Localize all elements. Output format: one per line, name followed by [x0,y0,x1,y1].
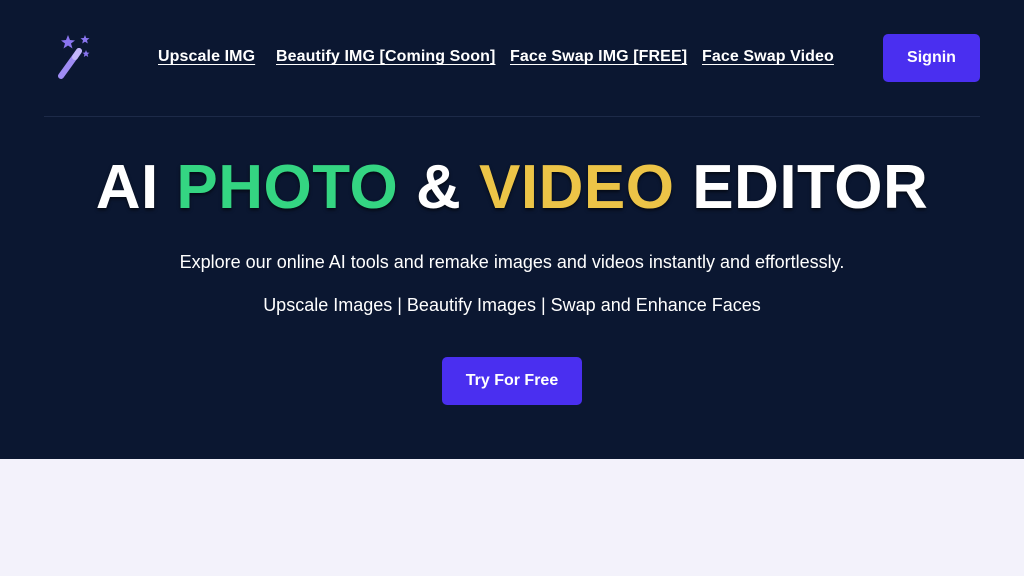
nav-link-beautify-img[interactable]: Beautify IMG [Coming Soon] [276,48,495,66]
headline-word-photo: PHOTO [176,153,399,222]
headline-word-video: VIDEO [479,153,675,222]
headline-word-ampersand: & [416,153,462,222]
nav-link-face-swap-img[interactable]: Face Swap IMG [FREE] [510,48,687,66]
hero-headline: AI PHOTO & VIDEO EDITOR [0,152,1024,224]
headline-word-ai: AI [95,153,159,222]
nav-link-face-swap-video[interactable]: Face Swap Video [702,48,834,66]
lower-section [0,459,1024,576]
nav-link-upscale-img[interactable]: Upscale IMG [158,48,255,66]
magic-wand-icon[interactable] [52,32,94,84]
signin-button[interactable]: Signin [883,34,980,82]
hero-subtitle: Explore our online AI tools and remake i… [179,252,845,272]
hero-section: Upscale IMG Beautify IMG [Coming Soon] F… [0,0,1024,459]
hero-features: Upscale Images | Beautify Images | Swap … [263,295,761,315]
headline-word-editor: EDITOR [692,153,929,222]
header-divider [44,116,980,117]
try-for-free-button[interactable]: Try For Free [442,357,582,405]
